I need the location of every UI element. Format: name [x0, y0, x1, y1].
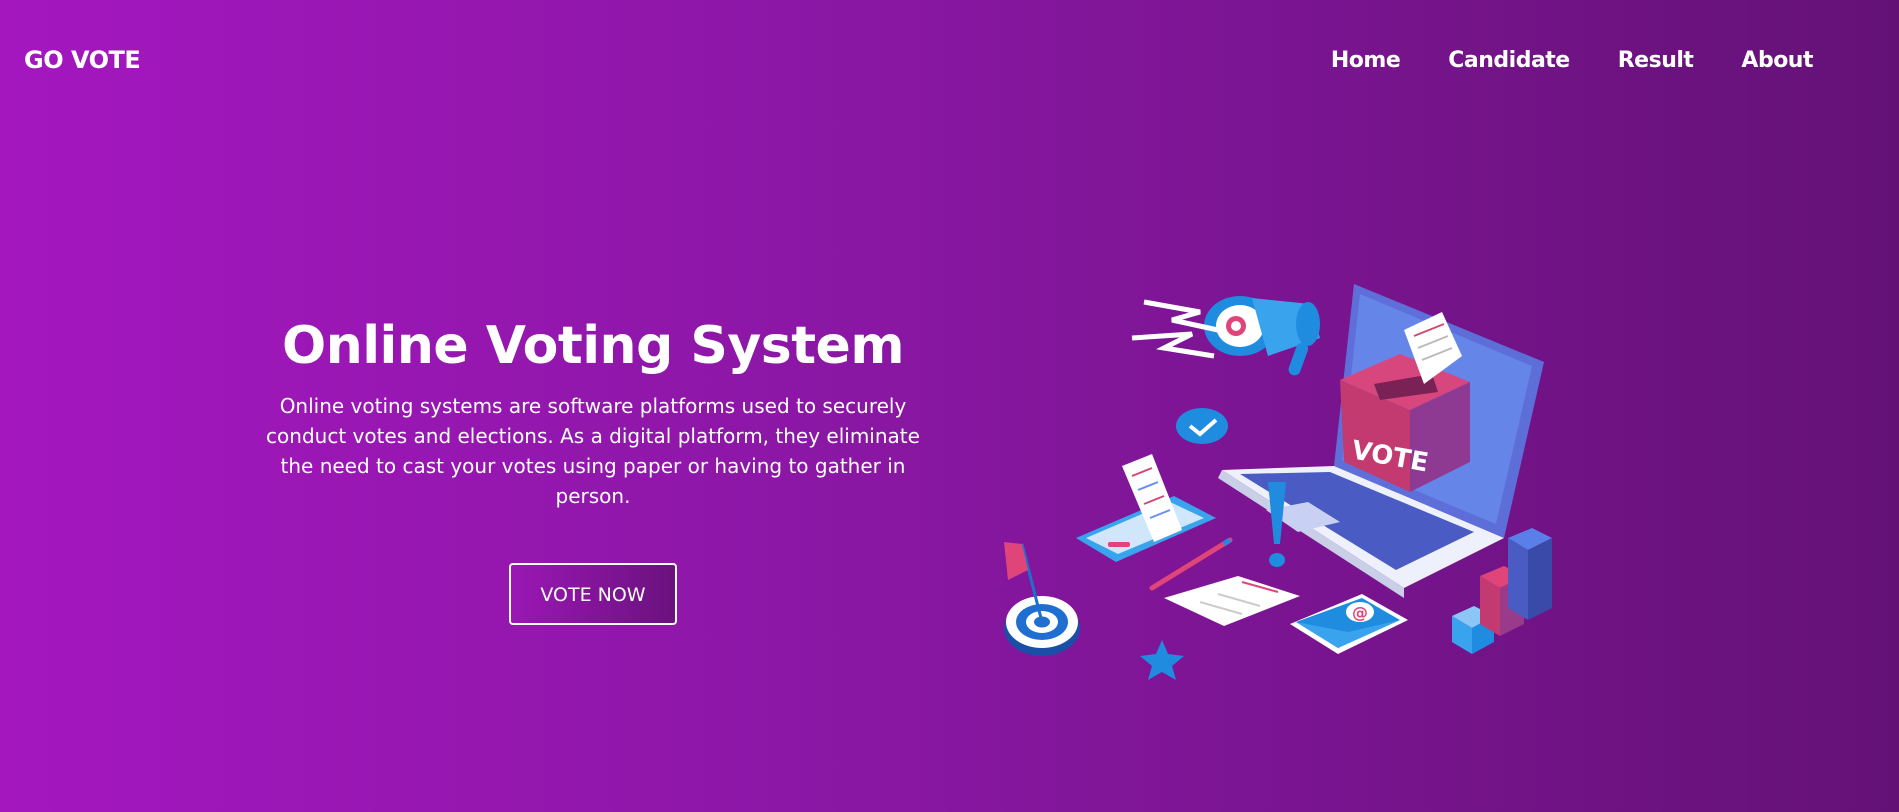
hero-description: Online voting systems are software platf…	[266, 394, 920, 509]
nav-about[interactable]: About	[1741, 48, 1813, 73]
phone-icon	[1076, 454, 1216, 562]
envelope-icon: @	[1290, 594, 1408, 654]
checkmark-icon	[1176, 408, 1228, 444]
nav-candidate[interactable]: Candidate	[1448, 48, 1570, 73]
nav-home[interactable]: Home	[1331, 48, 1401, 73]
ballot-paper-icon	[1164, 576, 1300, 626]
hero-title: Online Voting System	[281, 316, 905, 376]
envelope-at-symbol: @	[1352, 603, 1368, 622]
star-icon	[1140, 640, 1184, 680]
hero-section: Online Voting System Online voting syste…	[262, 316, 924, 626]
megaphone-icon	[1131, 296, 1320, 376]
target-icon	[1004, 596, 1080, 656]
voting-illustration: VOTE @	[1004, 284, 1552, 680]
logo[interactable]: GO VOTE	[24, 46, 141, 74]
exclamation-icon	[1268, 482, 1286, 567]
pencil-icon	[1149, 537, 1233, 591]
vote-now-button[interactable]: VOTE NOW	[509, 563, 677, 626]
main-nav: Home Candidate Result About	[1331, 48, 1814, 73]
nav-result[interactable]: Result	[1618, 48, 1694, 73]
